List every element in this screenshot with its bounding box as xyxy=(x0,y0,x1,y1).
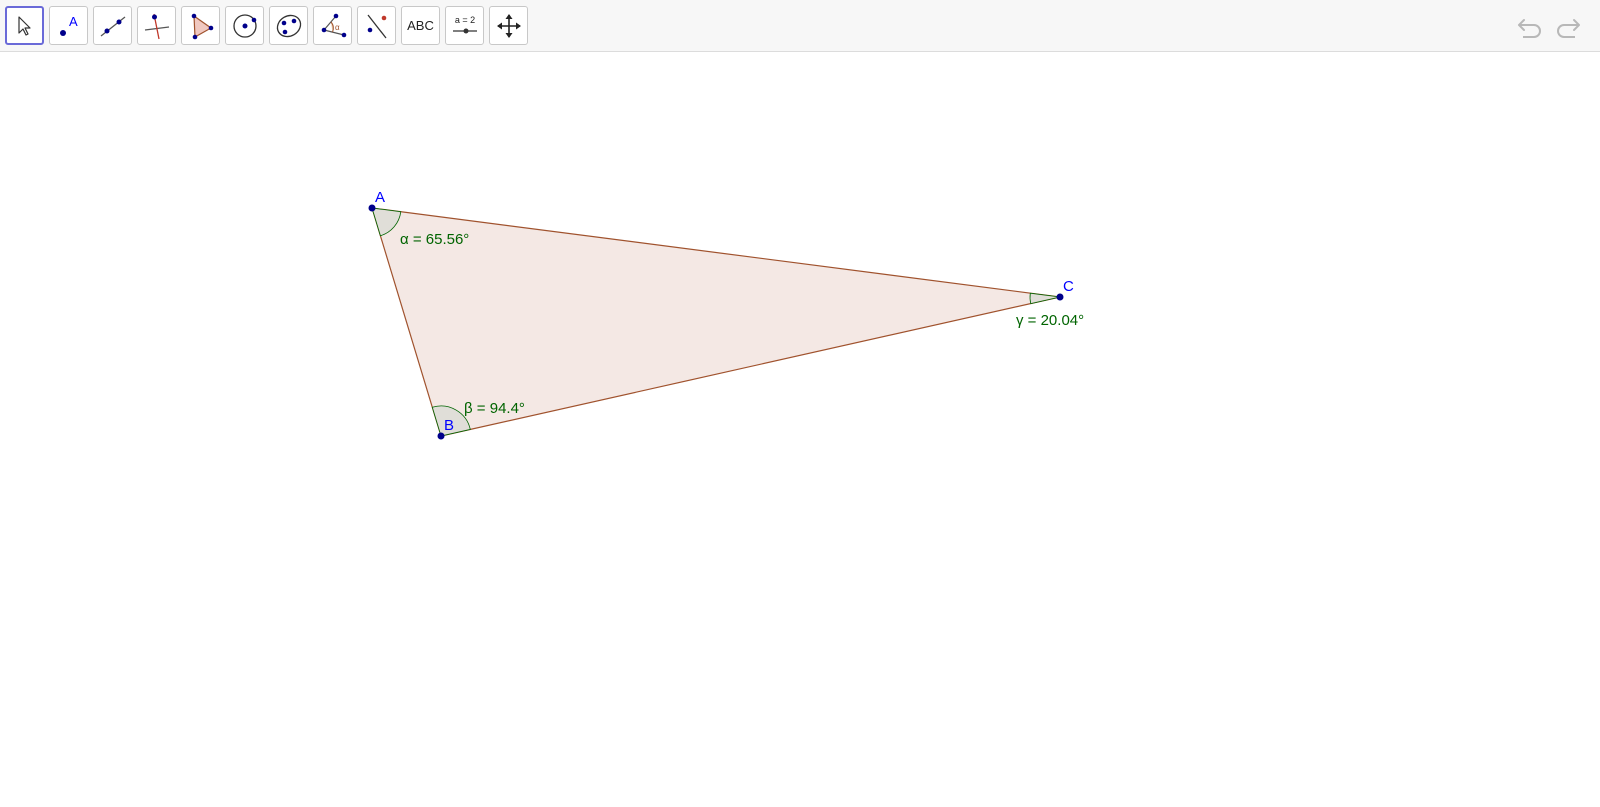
arrow-cursor-icon xyxy=(17,15,31,36)
move-graphics-tool-button[interactable] xyxy=(489,6,528,45)
redo-icon xyxy=(1557,19,1580,38)
point-a-label: A xyxy=(375,189,385,206)
slider-tool-button[interactable]: a = 2 xyxy=(445,6,484,45)
ellipse-icon xyxy=(276,14,301,37)
move-view-icon xyxy=(496,13,521,38)
angle-gamma-label: γ = 20.04° xyxy=(1016,312,1084,329)
slider-icon-label: a = 2 xyxy=(454,15,474,25)
angle-gamma-sector[interactable] xyxy=(1029,292,1061,305)
tool-group: A α ABC a = 2 xyxy=(5,6,528,45)
point-icon: A xyxy=(59,14,78,36)
point-icon-label: A xyxy=(69,14,78,29)
graphics-view[interactable]: A B C α = 65.56° β = 94.4° γ = 20.04° xyxy=(0,52,1600,807)
point-tool-button[interactable]: A xyxy=(49,6,88,45)
polygon-tool-button[interactable] xyxy=(181,6,220,45)
point-c-label: C xyxy=(1063,278,1074,295)
line-tool-button[interactable] xyxy=(93,6,132,45)
undo-redo-group xyxy=(1514,10,1584,42)
undo-button[interactable] xyxy=(1514,10,1546,42)
redo-button[interactable] xyxy=(1552,10,1584,42)
polygon-icon xyxy=(191,13,213,39)
angle-beta-label: β = 94.4° xyxy=(464,400,525,417)
reflect-icon xyxy=(366,14,387,38)
angle-icon: α xyxy=(321,13,346,37)
angle-alpha-label: α = 65.56° xyxy=(400,231,469,248)
text-icon: ABC xyxy=(407,18,434,33)
move-tool-button[interactable] xyxy=(5,6,44,45)
line-icon xyxy=(100,15,125,37)
point-b-label: B xyxy=(444,417,454,434)
perpendicular-line-icon xyxy=(144,13,169,39)
construction-svg: A B C α = 65.56° β = 94.4° γ = 20.04° xyxy=(368,189,1084,440)
angle-tool-button[interactable]: α xyxy=(313,6,352,45)
undo-icon xyxy=(1518,19,1541,38)
circle-tool-button[interactable] xyxy=(225,6,264,45)
slider-icon: a = 2 xyxy=(452,15,477,33)
perpendicular-tool-button[interactable] xyxy=(137,6,176,45)
conic-tool-button[interactable] xyxy=(269,6,308,45)
circle-icon xyxy=(232,13,257,38)
toolbar: A α ABC a = 2 xyxy=(0,0,1600,52)
angle-icon-label: α xyxy=(335,23,340,32)
text-tool-button[interactable]: ABC xyxy=(401,6,440,45)
reflect-tool-button[interactable] xyxy=(357,6,396,45)
